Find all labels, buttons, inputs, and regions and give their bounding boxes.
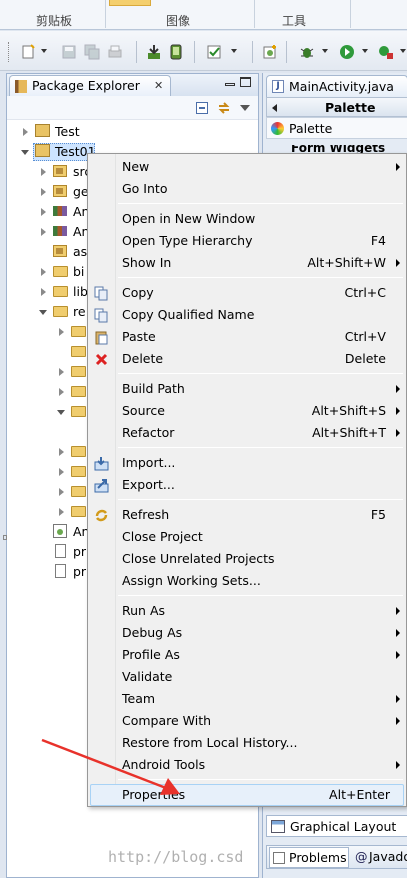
annotation-arrow-icon: [41, 738, 180, 795]
watermark: http://blog.csd: [108, 848, 244, 866]
